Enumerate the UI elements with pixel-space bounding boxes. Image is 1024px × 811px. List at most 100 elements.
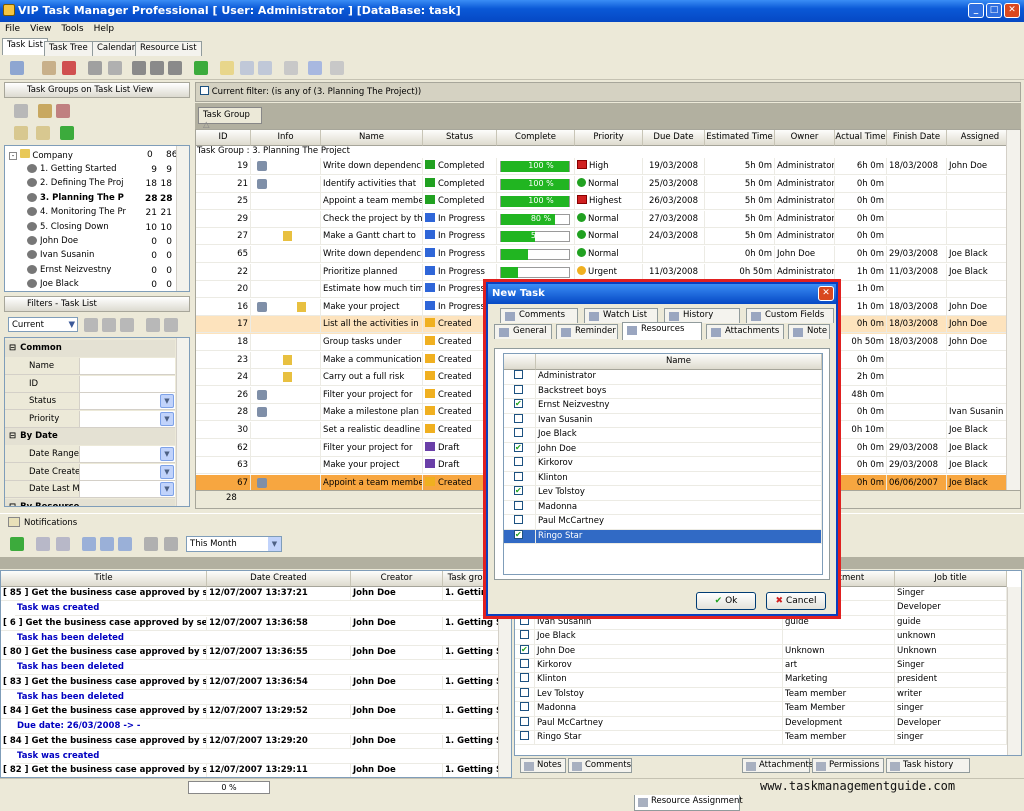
dialog-resource-checkbox[interactable] — [514, 413, 523, 423]
lock-icon[interactable] — [220, 61, 234, 75]
dialog-tab[interactable]: Custom Fields — [746, 308, 834, 323]
dialog-resource-checkbox[interactable] — [514, 399, 523, 410]
dialog-resource-checkbox[interactable] — [514, 384, 523, 394]
dialog-resource-row[interactable]: Madonna — [504, 500, 822, 515]
mark-read-icon[interactable] — [36, 537, 50, 551]
detail-tab[interactable]: Attachments — [742, 758, 813, 773]
dialog-resource-row[interactable]: Lev Tolstoy — [504, 486, 822, 501]
dialog-resource-checkbox[interactable] — [514, 515, 523, 524]
dialog-resource-checkbox[interactable] — [514, 486, 523, 497]
dialog-resource-checkbox[interactable] — [514, 370, 523, 379]
ungroup-icon[interactable] — [108, 61, 122, 75]
filter-options-icon[interactable] — [120, 318, 134, 332]
dialog-tab[interactable]: General — [494, 324, 552, 339]
filter-row[interactable]: Date Range ▼ — [5, 446, 175, 463]
move-up-icon[interactable] — [132, 61, 146, 75]
undo-icon[interactable] — [284, 61, 298, 75]
delete-group-icon[interactable] — [56, 104, 70, 118]
column-header[interactable]: Name — [321, 130, 423, 146]
task-row[interactable]: 21 Identify activities that Completed 100 %… — [196, 175, 1020, 194]
resource-row[interactable]: Kirkorov art Singer — [515, 659, 1007, 674]
tab-task-tree[interactable]: Task Tree — [44, 41, 93, 56]
dialog-resource-checkbox[interactable] — [514, 471, 523, 481]
column-header[interactable]: Info — [251, 130, 321, 146]
filter-row[interactable]: Name — [5, 358, 175, 375]
column-header[interactable]: Due Date — [643, 130, 705, 146]
dialog-resource-checkbox[interactable] — [514, 529, 523, 541]
clear-filter-icon[interactable] — [102, 318, 116, 332]
resource-row[interactable]: Lev Tolstoy Team member writer — [515, 687, 1007, 703]
resource-checkbox[interactable] — [520, 659, 529, 668]
filter-section-header[interactable]: ⊟ By Date — [5, 428, 175, 445]
task-row[interactable]: 29 Check the project by the In Progress 80 … — [196, 210, 1020, 229]
dialog-resource-row[interactable]: Ernst Neizvestny — [504, 399, 822, 414]
dialog-resource-row[interactable]: Joe Black — [504, 428, 822, 443]
notification-row[interactable]: [ 84 ] Get the business case approved by… — [1, 734, 499, 765]
resource-checkbox[interactable] — [520, 644, 529, 656]
resource-row[interactable]: Klinton Marketing president — [515, 673, 1007, 688]
task-grid-scrollbar[interactable] — [1006, 130, 1020, 490]
resource-checkbox[interactable] — [520, 702, 529, 712]
dialog-resource-checkbox[interactable] — [514, 428, 523, 437]
refresh-groups-icon[interactable] — [60, 126, 74, 140]
column-header[interactable]: Complete — [497, 130, 575, 146]
edit-task-icon[interactable] — [42, 61, 56, 75]
filter-select[interactable]: Current ▼ — [8, 317, 78, 332]
dialog-tab[interactable]: Note — [788, 324, 830, 339]
dialog-tab[interactable]: Reminder — [556, 324, 618, 339]
filter-row-value[interactable] — [79, 375, 175, 392]
detail-tab[interactable]: Notes — [520, 758, 566, 773]
cancel-button[interactable]: ✖ Cancel — [766, 592, 826, 610]
layout-icon[interactable] — [330, 61, 344, 75]
filters-scrollbar[interactable] — [176, 338, 189, 506]
collapse-icon[interactable] — [36, 126, 50, 140]
delete-task-icon[interactable] — [62, 61, 76, 75]
notif-column-header[interactable]: Creator — [351, 571, 443, 587]
resource-column-header[interactable]: Job title — [895, 571, 1007, 587]
dialog-tab[interactable]: Comments — [500, 308, 578, 323]
dialog-resource-checkbox[interactable] — [514, 500, 523, 510]
resource-row[interactable]: Paul McCartney Development Developer — [515, 716, 1007, 731]
save-filter-icon[interactable] — [146, 318, 160, 332]
dropdown-arrow-icon[interactable]: ▼ — [160, 447, 174, 461]
notification-row[interactable]: [ 84 ] Get the business case approved by… — [1, 705, 499, 735]
close-button[interactable]: ✕ — [1004, 3, 1020, 18]
group-icon[interactable] — [88, 61, 102, 75]
resource-scrollbar[interactable] — [1007, 587, 1021, 755]
column-header[interactable]: Estimated Time — [705, 130, 775, 146]
notification-row[interactable]: [ 82 ] Get the business case approved by… — [1, 764, 499, 777]
dialog-resource-checkbox[interactable] — [514, 442, 523, 454]
dropdown-arrow-icon[interactable]: ▼ — [160, 482, 174, 496]
dialog-tab[interactable]: Watch List — [584, 308, 658, 323]
task-row[interactable]: 25 Appoint a team member Completed 100 % Hig… — [196, 193, 1020, 211]
resource-checkbox[interactable] — [520, 731, 529, 740]
column-header[interactable]: Status — [423, 130, 497, 146]
dialog-resource-row[interactable]: Backstreet boys — [504, 384, 822, 399]
maximize-button[interactable]: □ — [986, 3, 1002, 18]
resource-checkbox[interactable] — [520, 615, 529, 625]
detail-tab[interactable]: Permissions — [812, 758, 884, 773]
resource-checkbox[interactable] — [520, 673, 529, 683]
dialog-resource-row[interactable]: Klinton — [504, 471, 822, 486]
resource-checkbox[interactable] — [520, 687, 529, 697]
menu-file[interactable]: File — [0, 22, 25, 36]
notif-column-header[interactable]: Date Created — [207, 571, 351, 587]
move-down-icon[interactable] — [168, 61, 182, 75]
settings-icon[interactable] — [100, 537, 114, 551]
column-header[interactable]: Assigned — [947, 130, 1014, 146]
move-top-icon[interactable] — [150, 61, 164, 75]
filter-enabled-checkbox[interactable] — [200, 86, 209, 95]
notif-column-header[interactable]: Title — [1, 571, 207, 587]
tab-calendar[interactable]: Calendar — [92, 41, 141, 56]
filter-row-value[interactable] — [79, 358, 175, 374]
resource-row[interactable]: John DoeUnknownUnknown — [515, 644, 1007, 659]
filter-row[interactable]: Status ▼ — [5, 393, 175, 410]
tree-root[interactable]: - Company — [9, 149, 73, 161]
period-select[interactable]: This Month ▼ — [186, 536, 282, 552]
detail-tab[interactable]: Resource Assignment — [634, 794, 743, 811]
filter-row[interactable]: Priority ▼ — [5, 410, 175, 428]
minimize-button[interactable]: _ — [968, 3, 984, 18]
menu-tools[interactable]: Tools — [56, 22, 88, 36]
notification-row[interactable]: [ 85 ] Get the business case approved by… — [1, 587, 499, 617]
filter-section-header[interactable]: ⊟ Common — [5, 340, 175, 357]
